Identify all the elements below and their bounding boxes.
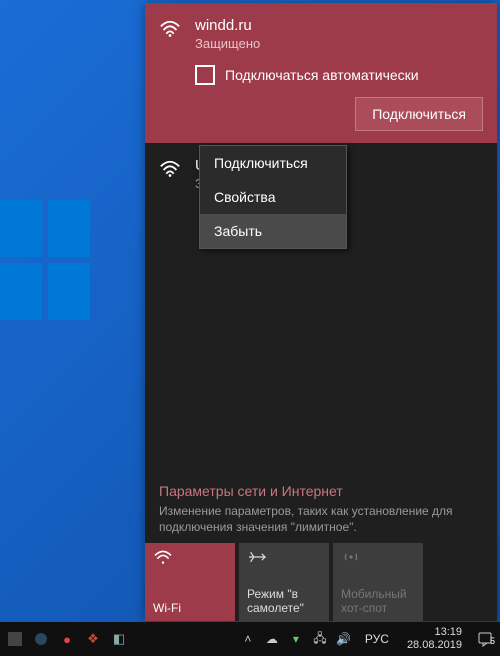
wifi-icon [159,19,181,37]
wifi-icon [153,549,227,567]
taskbar-app-icon[interactable]: ❖ [82,628,104,650]
tray-volume-icon[interactable]: 🔊 [335,630,353,648]
settings-title: Параметры сети и Интернет [159,483,483,499]
tile-label: Режим "в самолете" [247,587,321,615]
network-item-selected[interactable]: windd.ru Защищено Подключаться автоматич… [145,3,497,143]
network-status: Защищено [195,36,260,51]
tray-network-icon[interactable]: 🖧 [311,630,329,648]
network-flyout: windd.ru Защищено Подключаться автоматич… [145,3,497,621]
taskbar-app-icon[interactable]: ◧ [108,628,130,650]
tray-onedrive-icon[interactable]: ☁ [263,630,281,648]
context-menu: Подключиться Свойства Забыть [199,145,347,249]
windows-logo [0,200,90,320]
auto-connect-row[interactable]: Подключаться автоматически [195,65,483,85]
settings-description: Изменение параметров, таких как установл… [159,503,483,535]
tray-chevron-icon[interactable]: ˄ [239,630,257,648]
clock-date: 28.08.2019 [407,639,462,652]
tile-label: Мобильный хот-спот [341,587,415,615]
clock[interactable]: 13:19 28.08.2019 [401,626,468,652]
connect-button[interactable]: Подключиться [355,97,483,131]
auto-connect-label: Подключаться автоматически [225,67,419,83]
action-center-icon[interactable]: 5 [474,631,496,647]
taskbar-steam-icon[interactable] [30,628,52,650]
notif-count: 5 [490,636,495,646]
network-settings-link[interactable]: Параметры сети и Интернет Изменение пара… [145,473,497,543]
wifi-icon [159,159,181,177]
ctx-properties[interactable]: Свойства [200,180,346,214]
tray-defender-icon[interactable]: ▾ [287,630,305,648]
clock-time: 13:19 [407,626,462,639]
hotspot-icon [341,549,415,567]
quick-tiles: Wi-Fi Режим "в самолете" Мобильный хот-с… [145,543,497,621]
ctx-forget[interactable]: Забыть [200,214,346,248]
tile-hotspot[interactable]: Мобильный хот-спот [333,543,423,621]
network-name: windd.ru [195,17,260,34]
language-indicator[interactable]: РУС [359,632,395,646]
auto-connect-checkbox[interactable] [195,65,215,85]
tile-airplane[interactable]: Режим "в самолете" [239,543,329,621]
taskbar-app-icon[interactable] [4,628,26,650]
network-list: UKr Защ Подключиться Свойства Забыть [145,143,497,205]
taskbar-app-icon[interactable]: ● [56,628,78,650]
taskbar: ● ❖ ◧ ˄ ☁ ▾ 🖧 🔊 РУС 13:19 28.08.2019 5 [0,622,500,656]
tile-wifi[interactable]: Wi-Fi [145,543,235,621]
airplane-icon [247,549,321,567]
tile-label: Wi-Fi [153,601,227,615]
ctx-connect[interactable]: Подключиться [200,146,346,180]
